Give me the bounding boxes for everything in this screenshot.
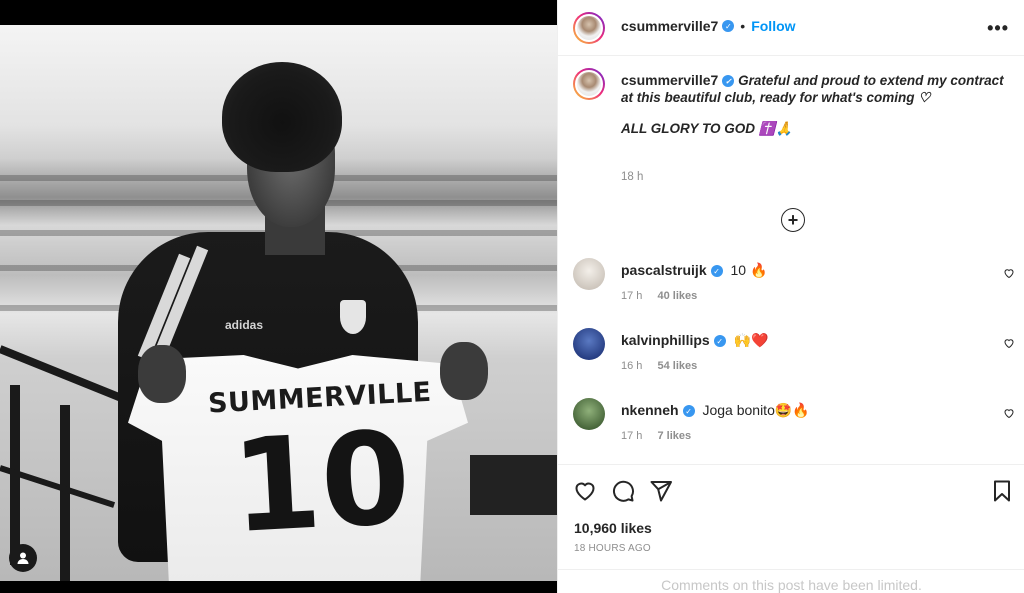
shirt-number: 10 (228, 403, 414, 563)
comment-likes[interactable]: 7 likes (657, 430, 691, 442)
more-options-icon[interactable]: ••• (987, 18, 1009, 39)
person-hair (222, 62, 342, 172)
post-username[interactable]: csummerville7 (621, 18, 718, 34)
comment-likes[interactable]: 54 likes (657, 360, 697, 372)
follow-button[interactable]: Follow (751, 18, 795, 34)
likes-count[interactable]: 10,960 likes (574, 520, 652, 536)
caption-username[interactable]: csummerville7 (621, 72, 718, 88)
bookmark-icon[interactable] (990, 479, 1014, 508)
verified-badge-icon: ✓ (722, 75, 735, 88)
avatar[interactable] (573, 328, 605, 360)
separator-dot: • (740, 18, 746, 34)
post-date: 18 HOURS AGO (574, 543, 651, 554)
comment-time: 16 h (621, 360, 643, 372)
comment-text: 🙌❤️ (733, 332, 769, 348)
heart-icon[interactable] (1003, 406, 1015, 424)
post-header: csummerville7 ✓ • Follow ••• (558, 0, 1024, 56)
comment-item: pascalstruijk ✓ 10 🔥 17 h 40 likes (573, 256, 1015, 320)
comment-username[interactable]: pascalstruijk (621, 262, 707, 278)
user-tag-icon[interactable] (9, 544, 37, 572)
verified-badge-icon: ✓ (722, 20, 735, 32)
comments-limited-notice: Comments on this post have been limited. (558, 569, 1024, 593)
avatar[interactable] (573, 68, 605, 100)
post-side-panel: csummerville7 ✓ • Follow ••• csummervill… (557, 0, 1024, 593)
left-hand (138, 345, 186, 403)
comment-username[interactable]: nkenneh (621, 402, 679, 418)
comment-item: kalvinphillips ✓ 🙌❤️ 16 h 54 likes (573, 326, 1015, 390)
comment-item: nkenneh ✓ Joga bonito🤩🔥 17 h 7 likes (573, 396, 1015, 460)
avatar[interactable] (573, 12, 605, 44)
avatar[interactable] (573, 398, 605, 430)
verified-badge-icon: ✓ (682, 405, 695, 418)
caption-timestamp: 18 h (621, 171, 644, 183)
comment-time: 17 h (621, 430, 643, 442)
heart-icon[interactable] (1003, 336, 1015, 354)
railing (470, 455, 557, 515)
verified-badge-icon: ✓ (710, 265, 723, 278)
club-badge (340, 300, 366, 334)
comment-likes[interactable]: 40 likes (657, 290, 697, 302)
comment-username[interactable]: kalvinphillips (621, 332, 710, 348)
post-actions: 10,960 likes 18 HOURS AGO Comments on th… (558, 464, 1024, 593)
caption-text: csummerville7 ✓ Grateful and proud to ext… (621, 72, 1005, 137)
send-icon[interactable] (649, 479, 673, 508)
comment-text: 10 🔥 (730, 262, 768, 278)
heart-icon[interactable] (1003, 266, 1015, 284)
verified-badge-icon: ✓ (713, 335, 726, 348)
right-hand (440, 342, 488, 400)
plus-circle-icon[interactable]: + (781, 208, 805, 232)
comment-text: Joga bonito🤩🔥 (702, 402, 810, 418)
avatar[interactable] (573, 258, 605, 290)
comment-time: 17 h (621, 290, 643, 302)
kit-brand: adidas (225, 318, 264, 332)
heart-icon[interactable] (573, 479, 597, 508)
post-photo[interactable]: adidas SUMMERVILLE 10 (0, 0, 557, 593)
caption-line-2: ALL GLORY TO GOD ✝️🙏 (621, 121, 793, 136)
comment-icon[interactable] (611, 479, 635, 508)
